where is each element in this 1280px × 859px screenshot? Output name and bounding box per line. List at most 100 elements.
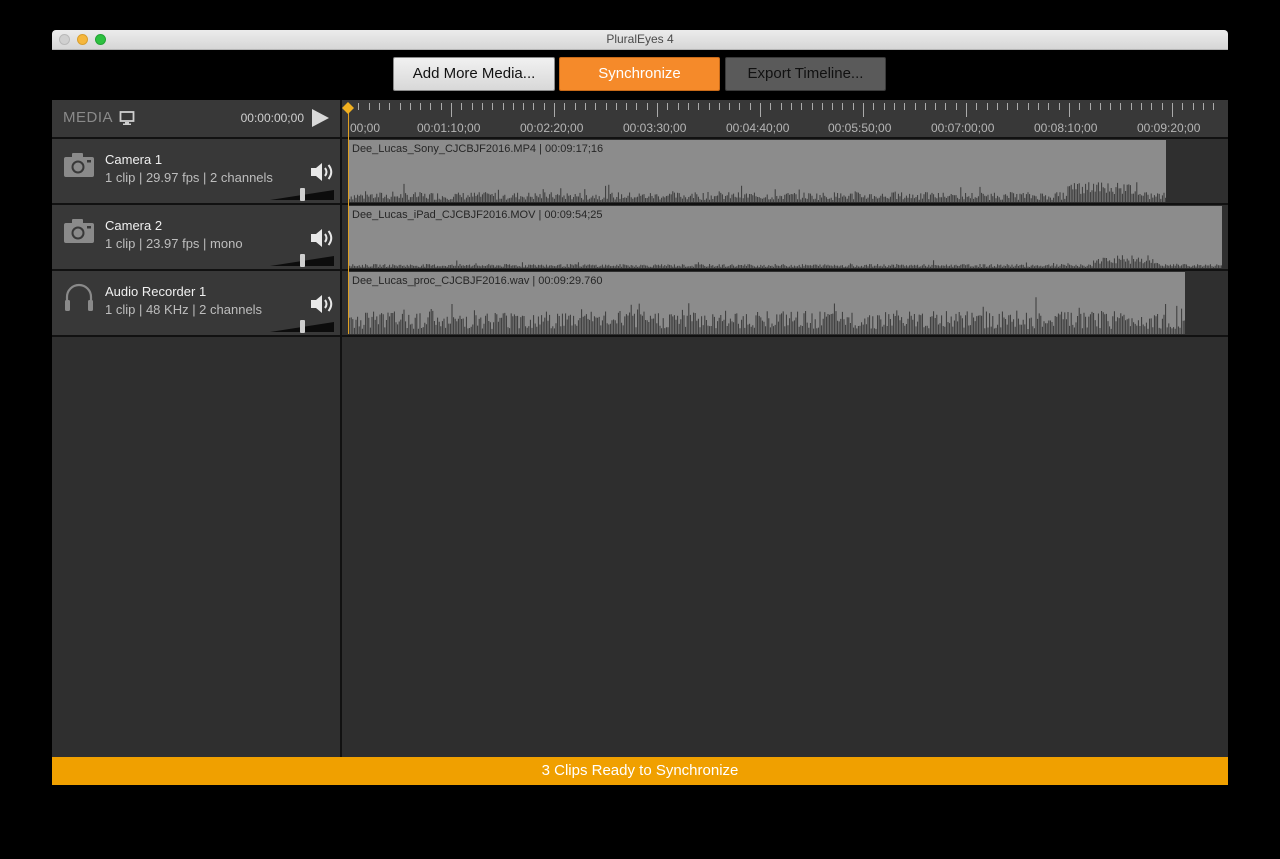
ruler-tick — [616, 103, 617, 110]
ruler-label: 00:02:20;00 — [520, 121, 584, 135]
ruler-tick — [667, 103, 668, 110]
ruler-tick — [812, 103, 813, 110]
ruler-tick — [1110, 103, 1111, 110]
speaker-icon[interactable] — [310, 293, 336, 315]
track-meta: 1 clip | 48 KHz | 2 channels — [105, 302, 263, 317]
track-row-audio-recorder-1: Dee_Lucas_proc_CJCBJF2016.wav | 00:09:29… — [342, 271, 1228, 337]
playhead-marker[interactable] — [342, 102, 354, 114]
ruler-tick — [915, 103, 916, 110]
ruler-tick — [533, 103, 534, 110]
ruler-tick — [503, 103, 504, 110]
ruler-tick — [791, 103, 792, 110]
ruler-tick — [1038, 103, 1039, 110]
ruler-tick — [1069, 103, 1070, 117]
ruler-tick — [606, 103, 607, 110]
track-info-camera-1[interactable]: Camera 1 1 clip | 29.97 fps | 2 channels — [52, 139, 340, 205]
waveform — [348, 297, 1185, 334]
waveform — [348, 182, 1166, 202]
track-name: Camera 1 — [105, 152, 163, 167]
ruler-tick — [451, 103, 452, 117]
ruler-tick — [420, 103, 421, 110]
ruler-tick — [801, 103, 802, 110]
ruler-tick — [678, 103, 679, 110]
ruler-tick — [626, 103, 627, 110]
ruler-tick — [873, 103, 874, 110]
synchronize-button[interactable]: Synchronize — [559, 57, 720, 91]
play-icon[interactable] — [310, 108, 330, 128]
ruler-tick — [389, 103, 390, 110]
ruler-tick — [1141, 103, 1142, 110]
ruler-tick — [595, 103, 596, 110]
playhead-line — [348, 108, 349, 334]
ruler-label: 00:08:10;00 — [1034, 121, 1098, 135]
ruler-tick — [513, 103, 514, 110]
timeline[interactable]: 00;00 00:01:10;00 00:02:20;00 00:03:30;0… — [342, 100, 1228, 757]
ruler-tick — [369, 103, 370, 110]
ruler-tick — [1172, 103, 1173, 117]
ruler-tick — [1100, 103, 1101, 110]
ruler-tick — [523, 103, 524, 110]
ruler-tick — [976, 103, 977, 110]
ruler-tick — [1162, 103, 1163, 110]
track-row-camera-2: Dee_Lucas_iPad_CJCBJF2016.MOV | 00:09:54… — [342, 205, 1228, 271]
monitor-icon[interactable] — [119, 110, 135, 126]
headphones-icon — [65, 283, 93, 311]
ruler-tick — [647, 103, 648, 110]
ruler-tick — [1120, 103, 1121, 110]
speaker-icon[interactable] — [310, 227, 336, 249]
clip-camera-2[interactable]: Dee_Lucas_iPad_CJCBJF2016.MOV | 00:09:54… — [348, 206, 1222, 268]
track-meta: 1 clip | 29.97 fps | 2 channels — [105, 170, 273, 185]
title-bar: PluralEyes 4 — [52, 30, 1228, 50]
waveform-path — [348, 297, 1185, 334]
ruler-tick — [925, 103, 926, 110]
ruler-tick — [1151, 103, 1152, 110]
ruler-label: 00;00 — [350, 121, 381, 135]
ruler-tick — [945, 103, 946, 110]
status-bar: 3 Clips Ready to Synchronize — [52, 757, 1228, 785]
volume-slider-handle[interactable] — [300, 254, 305, 267]
ruler-tick — [709, 103, 710, 110]
speaker-icon[interactable] — [310, 161, 336, 183]
clip-camera-1[interactable]: Dee_Lucas_Sony_CJCBJF2016.MP4 | 00:09:17… — [348, 140, 1166, 202]
ruler-tick — [1213, 103, 1214, 110]
track-info-audio-recorder-1[interactable]: Audio Recorder 1 1 clip | 48 KHz | 2 cha… — [52, 271, 340, 337]
track-name: Camera 2 — [105, 218, 163, 233]
ruler-label: 00:05:50;00 — [828, 121, 892, 135]
ruler-tick — [1017, 103, 1018, 110]
ruler-tick — [410, 103, 411, 110]
ruler-tick — [1079, 103, 1080, 110]
ruler-tick — [441, 103, 442, 110]
volume-slider-handle[interactable] — [300, 188, 305, 201]
ruler-tick — [554, 103, 555, 117]
media-header: MEDIA 00:00:00;00 — [52, 100, 340, 139]
ruler-tick — [1059, 103, 1060, 110]
timeline-ruler[interactable]: 00;00 00:01:10;00 00:02:20;00 00:03:30;0… — [342, 100, 1228, 139]
ruler-label: 00:07:00;00 — [931, 121, 995, 135]
ruler-tick — [739, 103, 740, 110]
volume-slider-handle[interactable] — [300, 320, 305, 333]
ruler-tick — [894, 103, 895, 110]
ruler-tick — [461, 103, 462, 110]
ruler-tick — [472, 103, 473, 110]
ruler-tick — [842, 103, 843, 110]
clip-audio-recorder-1[interactable]: Dee_Lucas_proc_CJCBJF2016.wav | 00:09:29… — [348, 272, 1185, 334]
add-more-media-button[interactable]: Add More Media... — [393, 57, 555, 91]
track-name: Audio Recorder 1 — [105, 284, 207, 299]
waveform — [348, 255, 1222, 268]
ruler-tick — [657, 103, 658, 117]
ruler-tick — [1193, 103, 1194, 110]
ruler-tick — [358, 103, 359, 110]
track-info-camera-2[interactable]: Camera 2 1 clip | 23.97 fps | mono — [52, 205, 340, 271]
ruler-tick — [1131, 103, 1132, 110]
ruler-tick — [832, 103, 833, 110]
ruler-tick — [935, 103, 936, 110]
ruler-tick — [987, 103, 988, 110]
ruler-tick — [904, 103, 905, 110]
media-timecode: 00:00:00;00 — [240, 111, 304, 125]
export-timeline-button[interactable]: Export Timeline... — [725, 57, 886, 91]
ruler-tick — [729, 103, 730, 110]
track-row-camera-1: Dee_Lucas_Sony_CJCBJF2016.MP4 | 00:09:17… — [342, 139, 1228, 205]
ruler-tick — [966, 103, 967, 117]
ruler-tick — [853, 103, 854, 110]
toolbar: Add More Media... Synchronize Export Tim… — [52, 50, 1228, 100]
